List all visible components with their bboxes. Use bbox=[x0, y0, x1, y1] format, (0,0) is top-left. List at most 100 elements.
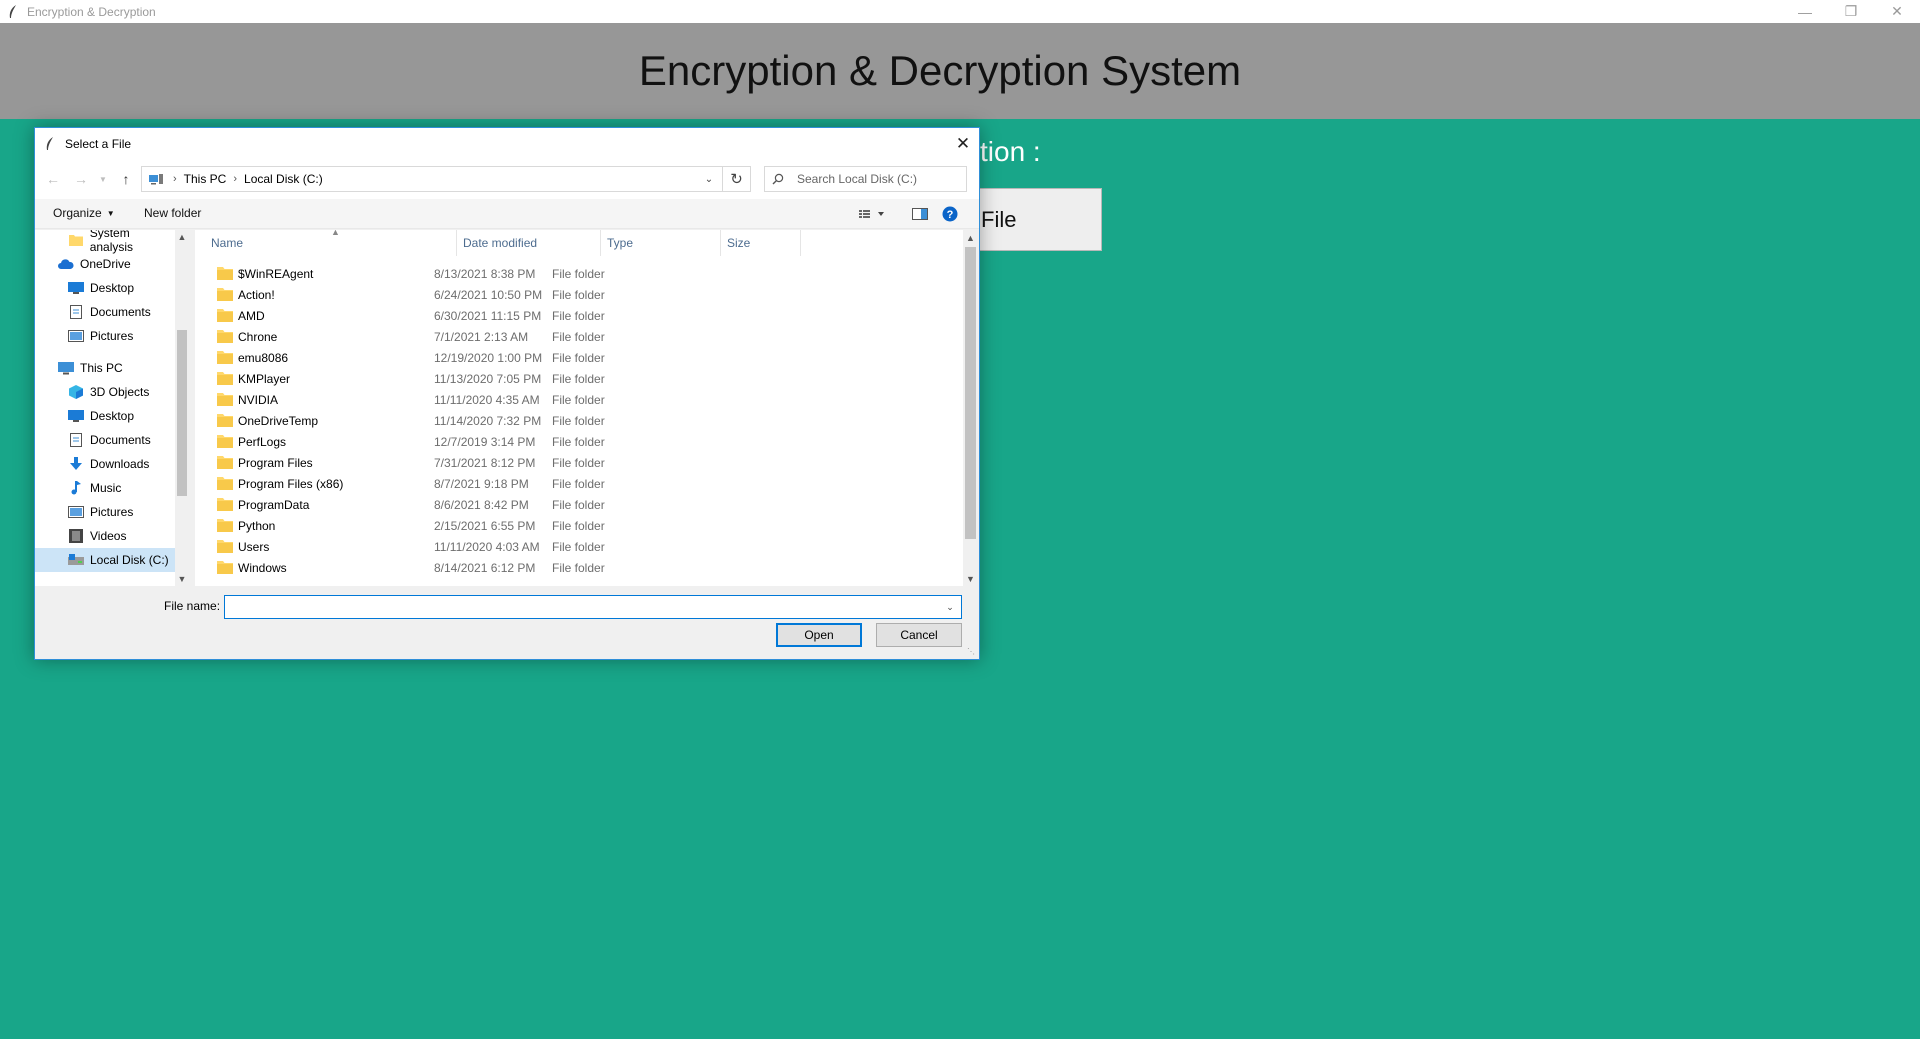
dialog-toolbar: Organize ▼ New folder ? bbox=[35, 199, 979, 229]
help-icon[interactable]: ? bbox=[940, 204, 960, 224]
column-type[interactable]: Type bbox=[601, 230, 721, 256]
file-date-modified: 11/14/2020 7:32 PM bbox=[434, 413, 542, 428]
file-name: KMPlayer bbox=[238, 371, 291, 386]
file-list-scrollbar[interactable]: ▲ ▼ bbox=[963, 230, 978, 586]
sidebar-item-documents-pc[interactable]: Documents bbox=[35, 428, 175, 452]
column-label: Name bbox=[211, 236, 244, 250]
column-date-modified[interactable]: Date modified bbox=[457, 230, 601, 256]
navigation-pane-scrollbar[interactable]: ▲ ▼ bbox=[175, 230, 189, 586]
sidebar-item-music[interactable]: Music bbox=[35, 476, 175, 500]
file-name-combobox[interactable]: ⌄ bbox=[224, 595, 962, 619]
sidebar-item-local-disk[interactable]: Local Disk (C:) bbox=[35, 548, 175, 572]
file-type: File folder bbox=[552, 350, 605, 365]
scroll-down-chevron-icon[interactable]: ▼ bbox=[175, 572, 189, 586]
folder-icon bbox=[217, 540, 233, 553]
sidebar-item-system-analysis[interactable]: System analysis bbox=[35, 230, 175, 254]
column-header: ▲ Name Date modified Type Size bbox=[195, 230, 963, 256]
sidebar-item-this-pc[interactable]: This PC bbox=[35, 356, 175, 380]
table-row[interactable]: Windows 8/14/2021 6:12 PM File folder bbox=[195, 557, 963, 578]
file-type: File folder bbox=[552, 518, 605, 533]
table-row[interactable]: Program Files 7/31/2021 8:12 PM File folde… bbox=[195, 452, 963, 473]
close-window-button[interactable]: ✕ bbox=[1874, 0, 1920, 23]
dialog-close-button[interactable]: ✕ bbox=[947, 128, 979, 159]
address-dropdown-chevron-icon[interactable]: ⌄ bbox=[698, 167, 720, 191]
view-options-icon[interactable] bbox=[855, 204, 891, 224]
recent-locations-chevron-icon[interactable]: ▼ bbox=[91, 167, 115, 191]
preview-pane-icon[interactable] bbox=[910, 204, 930, 224]
table-row[interactable]: ProgramData 8/6/2021 8:42 PM File folder bbox=[195, 494, 963, 515]
new-folder-button[interactable]: New folder bbox=[144, 206, 201, 220]
sidebar-item-label: OneDrive bbox=[80, 257, 131, 271]
chevron-down-icon[interactable]: ⌄ bbox=[942, 598, 958, 616]
sidebar-item-documents[interactable]: Documents bbox=[35, 300, 175, 324]
scroll-up-chevron-icon[interactable]: ▲ bbox=[175, 230, 189, 244]
table-row[interactable]: PerfLogs 12/7/2019 3:14 PM File folder bbox=[195, 431, 963, 452]
up-arrow-icon[interactable]: ↑ bbox=[114, 167, 138, 191]
table-row[interactable]: Python 2/15/2021 6:55 PM File folder bbox=[195, 515, 963, 536]
open-button[interactable]: Open bbox=[776, 623, 862, 647]
table-row[interactable]: Chrone 7/1/2021 2:13 AM File folder bbox=[195, 326, 963, 347]
refresh-icon[interactable]: ↻ bbox=[722, 167, 750, 191]
organize-menu[interactable]: Organize ▼ bbox=[53, 206, 115, 220]
table-row[interactable]: KMPlayer 11/13/2020 7:05 PM File folder bbox=[195, 368, 963, 389]
table-row[interactable]: OneDriveTemp 11/14/2020 7:32 PM File folde… bbox=[195, 410, 963, 431]
table-row[interactable]: $WinREAgent 8/13/2021 8:38 PM File folder bbox=[195, 263, 963, 284]
breadcrumb-this-pc[interactable]: This PC bbox=[184, 172, 227, 186]
scroll-down-chevron-icon[interactable]: ▼ bbox=[963, 571, 978, 586]
scroll-up-chevron-icon[interactable]: ▲ bbox=[963, 230, 978, 245]
sidebar-item-3d-objects[interactable]: 3D Objects bbox=[35, 380, 175, 404]
folder-icon bbox=[217, 561, 233, 574]
scrollbar-thumb[interactable] bbox=[965, 247, 976, 539]
search-box[interactable] bbox=[764, 166, 967, 192]
column-size[interactable]: Size bbox=[721, 230, 801, 256]
file-type: File folder bbox=[552, 455, 605, 470]
dialog-titlebar: Select a File ✕ bbox=[35, 128, 979, 159]
file-name: OneDriveTemp bbox=[238, 413, 319, 428]
column-label: Type bbox=[607, 236, 634, 250]
minimize-button[interactable]: — bbox=[1782, 0, 1828, 23]
table-row[interactable]: AMD 6/30/2021 11:15 PM File folder bbox=[195, 305, 963, 326]
table-row[interactable]: Action! 6/24/2021 10:50 PM File folder bbox=[195, 284, 963, 305]
sidebar-item-desktop-pc[interactable]: Desktop bbox=[35, 404, 175, 428]
pictures-icon bbox=[67, 328, 85, 344]
forward-arrow-icon[interactable]: → bbox=[69, 167, 93, 191]
cube-icon bbox=[67, 384, 85, 400]
breadcrumb-local-disk[interactable]: Local Disk (C:) bbox=[244, 172, 323, 186]
pictures-icon bbox=[67, 504, 85, 520]
column-label: Date modified bbox=[463, 236, 538, 250]
resize-grip-icon[interactable]: ⋱ bbox=[967, 647, 977, 657]
address-bar[interactable]: › This PC › Local Disk (C:) ⌄ ↻ bbox=[141, 166, 751, 192]
file-type: File folder bbox=[552, 497, 605, 512]
desktop-icon bbox=[67, 280, 85, 296]
sidebar-item-pictures-pc[interactable]: Pictures bbox=[35, 500, 175, 524]
table-row[interactable]: NVIDIA 11/11/2020 4:35 AM File folder bbox=[195, 389, 963, 410]
file-name-input[interactable] bbox=[225, 596, 925, 618]
file-type: File folder bbox=[552, 539, 605, 554]
table-row[interactable]: Program Files (x86) 8/7/2021 9:18 PM File … bbox=[195, 473, 963, 494]
column-name[interactable]: Name bbox=[195, 230, 457, 256]
file-type: File folder bbox=[552, 308, 605, 323]
file-date-modified: 12/7/2019 3:14 PM bbox=[434, 434, 536, 449]
sidebar-item-videos[interactable]: Videos bbox=[35, 524, 175, 548]
file-name: Users bbox=[238, 539, 270, 554]
cancel-button[interactable]: Cancel bbox=[876, 623, 962, 647]
back-arrow-icon[interactable]: ← bbox=[41, 167, 65, 191]
file-type: File folder bbox=[552, 392, 605, 407]
sidebar-item-label: 3D Objects bbox=[90, 385, 150, 399]
scrollbar-thumb[interactable] bbox=[177, 330, 187, 496]
table-row[interactable]: Users 11/11/2020 4:03 AM File folder bbox=[195, 536, 963, 557]
sidebar-item-downloads[interactable]: Downloads bbox=[35, 452, 175, 476]
column-label: Size bbox=[727, 236, 751, 250]
file-dialog: Select a File ✕ ← → ▼ ↑ › This PC › Loca… bbox=[34, 127, 980, 660]
restore-button[interactable]: ❐ bbox=[1828, 0, 1874, 23]
sidebar-item-onedrive[interactable]: OneDrive bbox=[35, 252, 175, 276]
file-type: File folder bbox=[552, 476, 605, 491]
navigation-bar: ← → ▼ ↑ › This PC › Local Disk (C:) ⌄ ↻ bbox=[35, 159, 979, 199]
drive-icon bbox=[67, 552, 85, 568]
organize-label: Organize bbox=[53, 206, 102, 220]
sidebar-item-pictures[interactable]: Pictures bbox=[35, 324, 175, 348]
search-input[interactable] bbox=[797, 172, 957, 186]
sidebar-item-desktop[interactable]: Desktop bbox=[35, 276, 175, 300]
sidebar-item-label: Music bbox=[90, 481, 122, 495]
table-row[interactable]: emu8086 12/19/2020 1:00 PM File folder bbox=[195, 347, 963, 368]
